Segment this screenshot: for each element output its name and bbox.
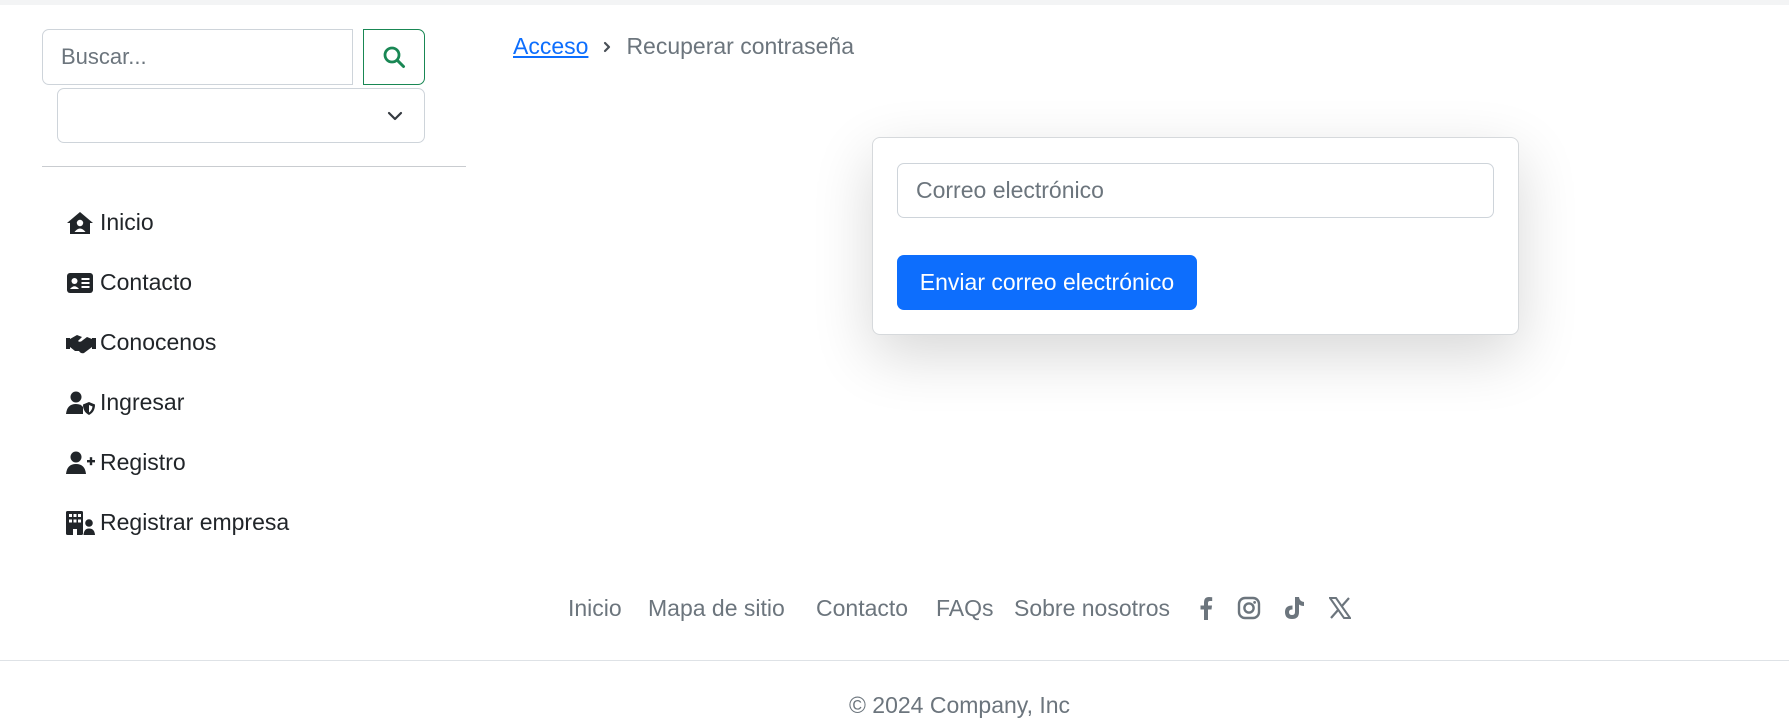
footer-link-faqs[interactable]: FAQs <box>936 590 994 626</box>
sidebar-item-registrar-empresa[interactable]: Registrar empresa <box>66 509 289 536</box>
facebook-icon[interactable] <box>1193 595 1219 621</box>
sidebar-item-label: Registrar empresa <box>100 509 290 535</box>
tiktok-icon[interactable] <box>1281 595 1307 621</box>
sidebar-item-contacto[interactable]: Contacto <box>66 269 192 296</box>
address-card-icon <box>66 270 96 296</box>
sidebar-item-registro[interactable]: Registro <box>66 449 186 476</box>
sidebar-item-label: Registro <box>100 449 186 475</box>
x-icon[interactable] <box>1327 595 1353 621</box>
building-user-icon <box>66 510 96 536</box>
user-plus-icon <box>66 450 96 476</box>
search-button[interactable] <box>363 29 425 85</box>
footer-link-sobre-nosotros[interactable]: Sobre nosotros <box>1014 590 1170 626</box>
search-icon <box>383 46 405 68</box>
category-select[interactable] <box>57 88 425 143</box>
breadcrumb: Acceso Recuperar contraseña <box>513 33 854 60</box>
chevron-down-icon <box>387 111 403 121</box>
instagram-icon[interactable] <box>1236 595 1262 621</box>
house-user-icon <box>66 210 96 236</box>
sidebar-item-label: Conocenos <box>100 329 217 355</box>
footer-divider <box>0 660 1789 661</box>
handshake-icon <box>66 330 96 356</box>
sidebar-divider <box>42 166 466 167</box>
sidebar-item-label: Ingresar <box>100 389 185 415</box>
footer-nav: Inicio Mapa de sitio Contacto FAQs Sobre… <box>0 590 1789 626</box>
footer-link-contacto[interactable]: Contacto <box>816 590 908 626</box>
footer-link-mapa-de-sitio[interactable]: Mapa de sitio <box>648 590 785 626</box>
breadcrumb-current: Recuperar contraseña <box>626 33 855 59</box>
chevron-right-icon <box>602 40 612 54</box>
copyright: © 2024 Company, Inc <box>848 692 1071 718</box>
sidebar-item-label: Inicio <box>100 209 154 235</box>
search-input[interactable] <box>42 29 353 85</box>
top-strip <box>0 0 1789 5</box>
footer-link-inicio[interactable]: Inicio <box>568 590 622 626</box>
breadcrumb-link-acceso[interactable]: Acceso <box>513 33 588 60</box>
sidebar-item-inicio[interactable]: Inicio <box>66 209 154 236</box>
email-field[interactable] <box>897 163 1494 218</box>
sidebar-item-conocenos[interactable]: Conocenos <box>66 329 216 356</box>
user-shield-icon <box>66 390 96 416</box>
recover-password-card: Enviar correo electrónico <box>872 137 1519 335</box>
sidebar-item-label: Contacto <box>100 269 193 295</box>
send-email-button[interactable]: Enviar correo electrónico <box>897 255 1197 310</box>
sidebar-item-ingresar[interactable]: Ingresar <box>66 389 184 416</box>
